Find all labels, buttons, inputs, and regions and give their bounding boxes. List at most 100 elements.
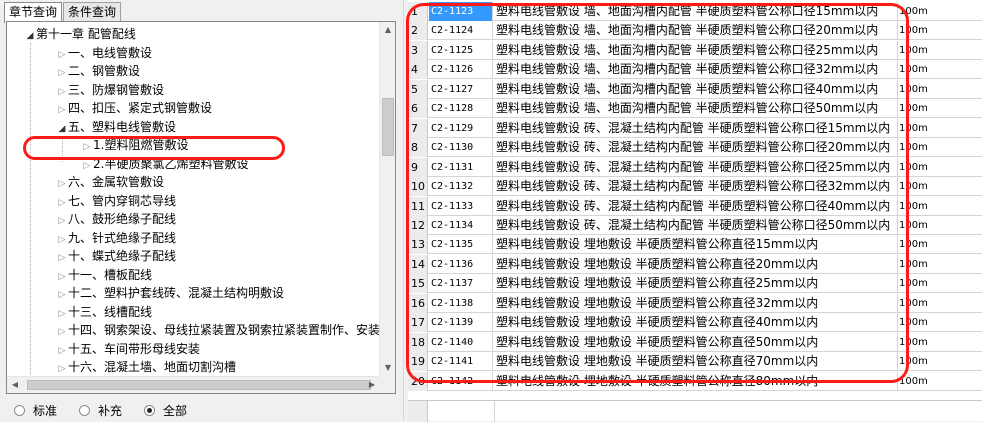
- unit-cell: 100m: [899, 6, 928, 17]
- tree-node-label: 十五、车间带形母线安装: [68, 341, 201, 356]
- scroll-thumb-horizontal[interactable]: [27, 380, 371, 390]
- scroll-down-icon[interactable]: ▼: [380, 360, 395, 376]
- radio-supplement-dot[interactable]: [79, 405, 91, 416]
- tree-node-label: 十三、线槽配线: [68, 304, 153, 319]
- tree-node-label: 五、塑料电线管敷设: [68, 119, 177, 134]
- tree-expand-icon[interactable]: ▷: [56, 83, 68, 101]
- unit-cell: 100m: [899, 239, 928, 251]
- unit-cell: 100m: [899, 44, 928, 56]
- tree-expand-icon[interactable]: ▷: [56, 360, 68, 376]
- tree-expand-icon[interactable]: ▷: [56, 286, 68, 304]
- tree-expand-icon[interactable]: ▷: [56, 342, 68, 360]
- filter-radio-group: 标准 补充 全部: [14, 402, 209, 419]
- tree-expand-icon[interactable]: ▷: [56, 231, 68, 249]
- chapter-tree: ◢ 第十一章 配管配线 ▷ 一、电线管敷设 ▷ 二、钢管敷设 ▷ 三、防爆钢管敷设 ▷ 四、扣压、…: [7, 22, 380, 376]
- radio-supplement[interactable]: 补充: [79, 402, 122, 419]
- unit-cell: 100m: [899, 336, 928, 348]
- tree-expand-icon[interactable]: ▷: [56, 194, 68, 212]
- tree-node[interactable]: ▷ 十、蝶式绝缘子配线: [56, 247, 176, 265]
- tree-node-label: 十、蝶式绝缘子配线: [68, 249, 177, 263]
- tree-node-label: 十六、混凝土墙、地面切割沟槽: [68, 360, 237, 374]
- tree-horizontal-scrollbar[interactable]: ◀ ▶: [7, 376, 380, 393]
- tree-expand-icon[interactable]: ▷: [56, 249, 68, 267]
- tree-expand-icon[interactable]: ▷: [56, 46, 68, 64]
- tree-node-label: 二、钢管敷设: [68, 64, 141, 78]
- tree-node[interactable]: ▷ 七、管内穿铜芯导线: [56, 192, 176, 210]
- tree-node[interactable]: ▷ 三、防爆钢管敷设: [56, 81, 164, 99]
- tree-node[interactable]: ▷ 一、电线管敷设: [56, 44, 152, 62]
- row-number-cell: [408, 401, 428, 422]
- tree-node-label: 七、管内穿铜芯导线: [68, 193, 177, 208]
- unit-cell: 100m: [899, 64, 928, 76]
- tree-expand-icon[interactable]: ▷: [56, 323, 68, 341]
- tree-expand-icon[interactable]: ▷: [56, 175, 68, 193]
- chapter-tree-box: ◢ 第十一章 配管配线 ▷ 一、电线管敷设 ▷ 二、钢管敷设 ▷ 三、防爆钢管敷设 ▷ 四、扣压、…: [6, 21, 396, 394]
- tree-expand-icon[interactable]: ▷: [56, 212, 68, 230]
- tree-node-label: 九、针式绝缘子配线: [68, 230, 177, 245]
- tree-expand-icon[interactable]: ▷: [56, 305, 68, 323]
- tree-node[interactable]: ▷ 十四、钢索架设、母线拉紧装置及钢索拉紧装置制作、安装: [56, 321, 380, 339]
- empty-cell: [494, 401, 495, 422]
- tree-node-label: 十二、塑料护套线砖、混凝土结构明敷设: [68, 286, 285, 300]
- radio-all-label: 全部: [163, 404, 188, 418]
- scroll-right-icon[interactable]: ▶: [364, 377, 380, 393]
- scroll-up-icon[interactable]: ▲: [380, 22, 395, 38]
- unit-cell: 100m: [899, 258, 928, 270]
- tree-collapse-icon[interactable]: ◢: [56, 120, 68, 138]
- unit-cell: 100m: [899, 219, 928, 231]
- unit-cell: 100m: [899, 278, 928, 290]
- tab-condition-query[interactable]: 条件查询: [63, 2, 122, 21]
- unit-cell: 100m: [899, 317, 928, 329]
- tree-vertical-scrollbar[interactable]: ▲ ▼: [379, 22, 395, 376]
- tree-node-label: 一、电线管敷设: [68, 45, 153, 60]
- tree-node[interactable]: ▷ 二、钢管敷设: [56, 62, 140, 80]
- tab-chapter-query[interactable]: 章节查询: [4, 2, 63, 23]
- radio-standard-label: 标准: [33, 404, 58, 418]
- tree-node-label: 四、扣压、紧定式钢管敷设: [68, 101, 213, 115]
- unit-cell: 100m: [899, 200, 928, 212]
- tree-node[interactable]: ▷ 十二、塑料护套线砖、混凝土结构明敷设: [56, 284, 284, 302]
- grid-highlight-annotation: [406, 3, 909, 383]
- scroll-corner: [379, 376, 395, 393]
- tree-node[interactable]: ▷ 四、扣压、紧定式钢管敷设: [56, 99, 212, 117]
- tree-node[interactable]: ▷ 十三、线槽配线: [56, 303, 152, 321]
- tree-expand-icon[interactable]: ▷: [56, 101, 68, 119]
- tree-node-label: 第十一章 配管配线: [36, 27, 136, 41]
- tree-node[interactable]: ▷ 十五、车间带形母线安装: [56, 340, 200, 358]
- tree-node-label: 八、鼓形绝缘子配线: [68, 212, 177, 226]
- tree-node[interactable]: ▷ 九、针式绝缘子配线: [56, 229, 176, 247]
- unit-cell: 100m: [899, 103, 928, 115]
- tree-node[interactable]: ◢ 五、塑料电线管敷设: [56, 118, 176, 136]
- tree-node-label: 十一、槽板配线: [68, 267, 153, 282]
- unit-cell: 100m: [899, 356, 928, 368]
- scroll-thumb[interactable]: [382, 98, 394, 156]
- tree-node[interactable]: ▷ 八、鼓形绝缘子配线: [56, 210, 176, 228]
- unit-cell: 100m: [899, 375, 928, 387]
- radio-standard[interactable]: 标准: [14, 402, 57, 419]
- tree-node[interactable]: ▷ 十六、混凝土墙、地面切割沟槽: [56, 358, 236, 376]
- unit-cell: 100m: [899, 161, 928, 173]
- radio-all[interactable]: 全部: [144, 402, 187, 419]
- unit-cell: 100m: [899, 25, 928, 37]
- tree-expand-icon[interactable]: ▷: [56, 64, 68, 82]
- unit-cell: 100m: [899, 122, 928, 134]
- tree-node[interactable]: ▷ 六、金属软管敷设: [56, 173, 164, 191]
- tree-highlight-annotation: [23, 136, 285, 160]
- unit-cell: 100m: [899, 181, 928, 193]
- unit-cell: 100m: [899, 83, 928, 95]
- tree-expand-icon[interactable]: ▷: [56, 268, 68, 286]
- tree-node-label: 十四、钢索架设、母线拉紧装置及钢索拉紧装置制作、安装: [68, 323, 380, 337]
- scroll-left-icon[interactable]: ◀: [7, 377, 23, 393]
- radio-supplement-label: 补充: [98, 404, 123, 418]
- unit-cell: 100m: [899, 142, 928, 154]
- tree-node[interactable]: ▷ 十一、槽板配线: [56, 266, 152, 284]
- radio-all-dot[interactable]: [144, 405, 156, 416]
- query-tabs: 章节查询 条件查询: [4, 2, 122, 23]
- grid-empty-row: [408, 400, 982, 422]
- tree-node-label: 六、金属软管敷设: [68, 175, 165, 189]
- tree-node[interactable]: ◢ 第十一章 配管配线: [24, 25, 136, 43]
- tree-node-label: 三、防爆钢管敷设: [68, 82, 165, 97]
- tree-guide-line: [30, 43, 31, 376]
- chapter-query-panel: 章节查询 条件查询 ◢ 第十一章 配管配线 ▷ 一、电线管敷设 ▷ 二、钢管敷设 ▷ 三、防爆…: [0, 0, 403, 421]
- radio-standard-dot[interactable]: [14, 405, 25, 416]
